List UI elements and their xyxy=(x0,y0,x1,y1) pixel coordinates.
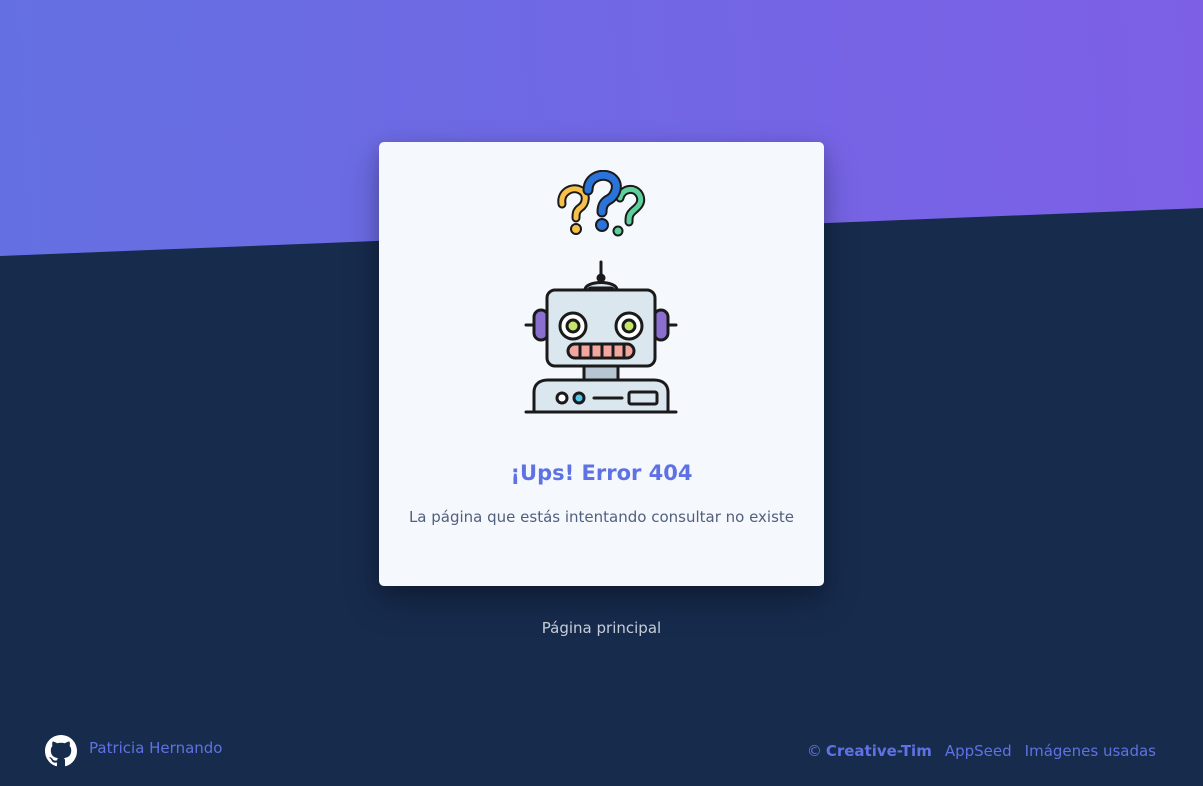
images-used-link[interactable]: Imágenes usadas xyxy=(1025,742,1156,760)
footer-author: Patricia Hernando xyxy=(45,734,222,768)
copyright-symbol: © xyxy=(806,742,822,760)
question-marks-icon xyxy=(557,170,646,237)
error-message: La página que estás intentando consultar… xyxy=(408,508,795,526)
appseed-link[interactable]: AppSeed xyxy=(945,742,1012,760)
home-page-link[interactable]: Página principal xyxy=(379,616,824,640)
github-icon[interactable] xyxy=(45,735,77,767)
author-link[interactable]: Patricia Hernando xyxy=(89,739,222,757)
creative-tim-link[interactable]: Creative-Tim xyxy=(826,742,932,760)
error-title: ¡Ups! Error 404 xyxy=(510,461,693,485)
robot-icon xyxy=(524,260,678,414)
footer-links: © Creative-Tim AppSeed Imágenes usadas xyxy=(807,739,1156,763)
